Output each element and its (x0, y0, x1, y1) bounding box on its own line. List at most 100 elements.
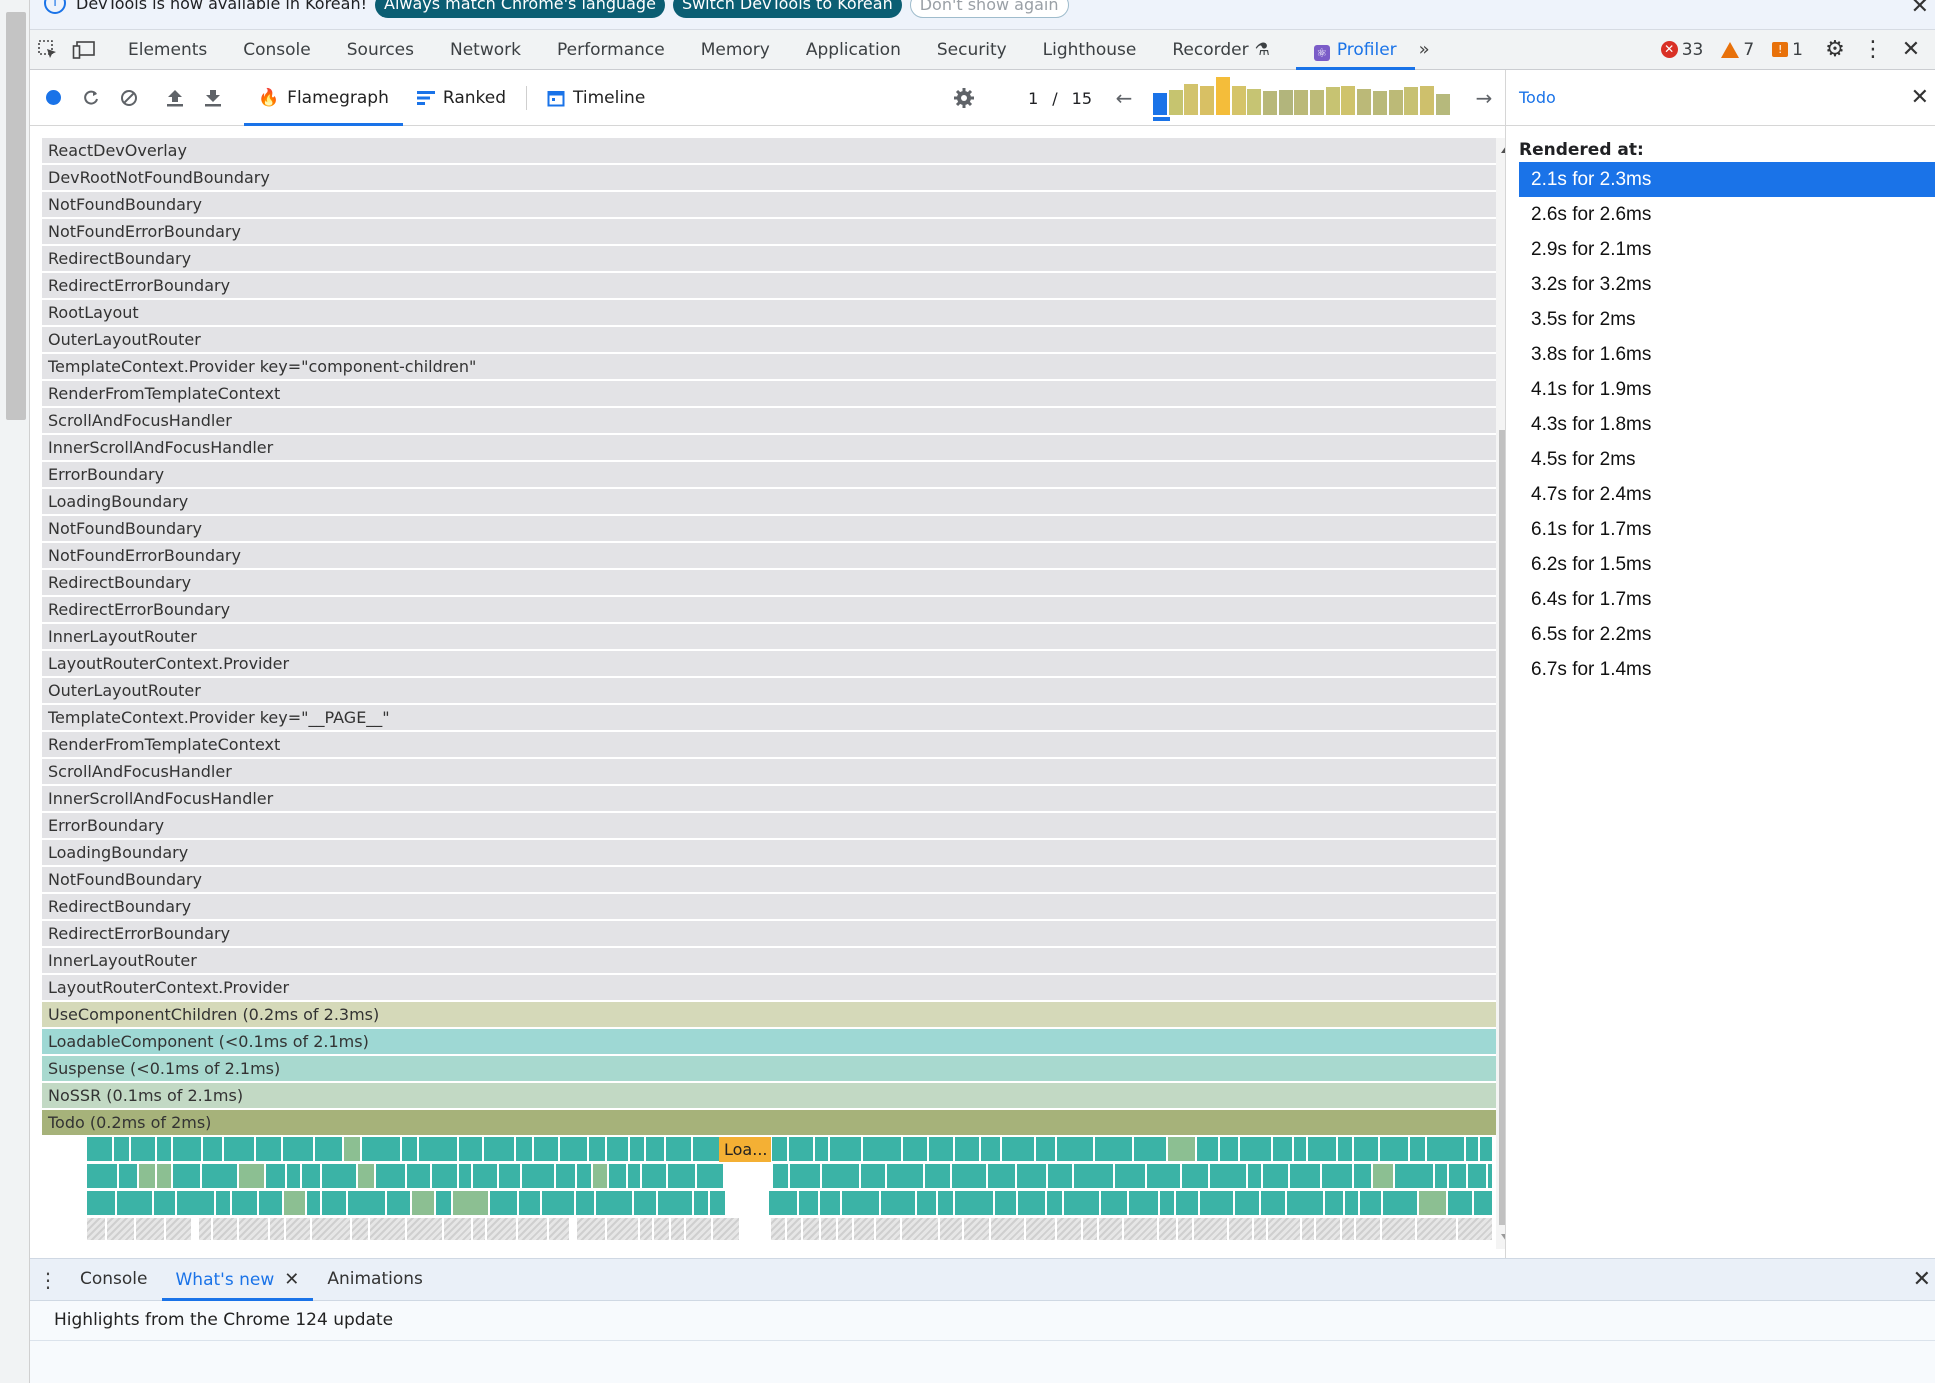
flame-child-cell[interactable] (1448, 1191, 1472, 1215)
flame-child-cell[interactable] (815, 1137, 828, 1161)
flame-child-cell[interactable] (929, 1137, 953, 1161)
flame-child-cell[interactable] (322, 1191, 346, 1215)
flame-child-cell[interactable] (1488, 1164, 1492, 1188)
flame-child-cell[interactable] (771, 1218, 785, 1240)
flame-child-cell[interactable] (577, 1218, 605, 1240)
flame-child-cell[interactable] (1160, 1191, 1174, 1215)
flame-child-cell[interactable] (154, 1191, 175, 1215)
flame-child-cell[interactable] (358, 1164, 374, 1188)
flame-node[interactable]: InnerLayoutRouter (42, 948, 1496, 973)
flame-child-cell[interactable] (671, 1218, 684, 1240)
close-drawer-icon[interactable]: ✕ (1913, 1267, 1931, 1292)
flame-child-cell[interactable] (1129, 1191, 1158, 1215)
flame-child-cell[interactable] (1356, 1218, 1380, 1240)
drawer-menu-icon[interactable]: ⋮ (30, 1268, 66, 1292)
flame-child-cell[interactable] (1101, 1191, 1127, 1215)
flame-child-cell[interactable] (473, 1164, 497, 1188)
flame-child-cell[interactable] (87, 1218, 105, 1240)
flame-child-cell[interactable] (713, 1218, 739, 1240)
tab-console[interactable]: Console (225, 30, 329, 70)
flame-child-cell[interactable] (1294, 1137, 1306, 1161)
commit-bar[interactable] (1247, 89, 1262, 115)
flame-child-cell[interactable] (459, 1137, 482, 1161)
flame-child-cell[interactable] (136, 1218, 164, 1240)
flame-child-cell[interactable] (988, 1164, 1015, 1188)
flame-child-cell[interactable] (607, 1137, 628, 1161)
flame-child-cell[interactable] (790, 1164, 820, 1188)
commit-bar[interactable] (1435, 94, 1450, 115)
flame-child-cell[interactable] (1354, 1137, 1378, 1161)
flame-child-cell[interactable] (173, 1164, 200, 1188)
commit-bar[interactable] (1341, 86, 1356, 115)
flame-child-cell[interactable] (642, 1164, 666, 1188)
flame-child-cell[interactable] (436, 1191, 451, 1215)
flame-child-cell[interactable] (412, 1191, 434, 1215)
flame-child-cell[interactable] (1182, 1164, 1208, 1188)
flame-node[interactable]: LayoutRouterContext.Provider (42, 651, 1496, 676)
flame-child-cell[interactable] (1002, 1137, 1034, 1161)
flame-child-cell[interactable] (820, 1191, 840, 1215)
flame-child-cell[interactable] (484, 1137, 514, 1161)
flame-child-cell[interactable] (1302, 1218, 1314, 1240)
flame-node-truncated[interactable]: Loa... (719, 1137, 771, 1162)
more-tabs-icon[interactable]: » (1419, 39, 1430, 60)
flame-node[interactable]: RedirectBoundary (42, 246, 1496, 271)
commit-bar[interactable] (1404, 87, 1419, 115)
flame-child-cell[interactable] (710, 1191, 725, 1215)
flame-child-cell[interactable] (499, 1164, 520, 1188)
flame-node[interactable]: RedirectBoundary (42, 894, 1496, 919)
flame-node[interactable]: ReactDevOverlay (42, 138, 1496, 163)
flame-child-cell[interactable] (444, 1218, 471, 1240)
flame-child-cell[interactable] (876, 1218, 900, 1240)
flame-child-cell[interactable] (952, 1164, 986, 1188)
device-toolbar-icon[interactable] (66, 32, 102, 68)
flame-child-cell[interactable] (863, 1137, 901, 1161)
flame-child-cell[interactable] (1194, 1218, 1227, 1240)
close-devtools-icon[interactable]: ✕ (1897, 36, 1925, 64)
flame-child-cell[interactable] (1435, 1164, 1447, 1188)
dont-show-again-button[interactable]: Don't show again (909, 0, 1069, 18)
flame-child-cell[interactable] (432, 1164, 457, 1188)
flame-child-cell[interactable] (166, 1218, 191, 1240)
flame-node[interactable]: RedirectErrorBoundary (42, 597, 1496, 622)
flame-node[interactable]: DevRootNotFoundBoundary (42, 165, 1496, 190)
flame-child-cell[interactable] (1383, 1191, 1417, 1215)
flame-child-cell[interactable] (803, 1218, 819, 1240)
flame-child-cell[interactable] (1261, 1191, 1285, 1215)
flame-child-cell[interactable] (1057, 1218, 1081, 1240)
flame-child-cell[interactable] (1419, 1191, 1446, 1215)
flame-child-cell[interactable] (556, 1164, 575, 1188)
tab-flamegraph[interactable]: 🔥 Flamegraph (244, 70, 403, 126)
render-item[interactable]: 4.7s for 2.4ms (1519, 477, 1935, 512)
flame-child-cell[interactable] (1268, 1218, 1300, 1240)
flame-child-cell[interactable] (654, 1218, 669, 1240)
flame-child-cell[interactable] (213, 1218, 237, 1240)
flame-child-cell[interactable] (842, 1191, 879, 1215)
profiler-settings-gear-icon[interactable] (947, 81, 981, 115)
flame-child-cell[interactable] (609, 1164, 626, 1188)
flame-child-cell[interactable] (239, 1218, 268, 1240)
flame-child-cell[interactable] (459, 1164, 471, 1188)
flame-child-cell[interactable] (87, 1191, 115, 1215)
flame-child-cell[interactable] (1287, 1191, 1323, 1215)
flame-child-cell[interactable] (668, 1164, 695, 1188)
errors-counter[interactable]: ✕ 33 (1660, 40, 1712, 60)
flame-child-cell[interactable] (322, 1164, 356, 1188)
flame-child-cell[interactable] (772, 1137, 787, 1161)
flame-child-cell[interactable] (202, 1164, 237, 1188)
flame-child-cell[interactable] (1017, 1164, 1046, 1188)
flame-node[interactable]: NotFoundErrorBoundary (42, 543, 1496, 568)
flame-child-cell[interactable] (995, 1191, 1016, 1215)
flame-child-cell[interactable] (940, 1218, 962, 1240)
drawer-tab-console[interactable]: Console (66, 1258, 162, 1301)
flame-child-cell[interactable] (789, 1137, 813, 1161)
flame-child-cell[interactable] (1263, 1164, 1288, 1188)
commit-bar[interactable] (1310, 90, 1324, 115)
flame-child-cell[interactable] (519, 1191, 540, 1215)
flame-child-cell[interactable] (516, 1137, 532, 1161)
flame-child-cell[interactable] (686, 1218, 711, 1240)
flame-child-cell[interactable] (822, 1164, 859, 1188)
previous-commit-button[interactable]: ← (1107, 81, 1141, 115)
flame-child-cell[interactable] (955, 1137, 979, 1161)
flame-node[interactable]: LayoutRouterContext.Provider (42, 975, 1496, 1000)
